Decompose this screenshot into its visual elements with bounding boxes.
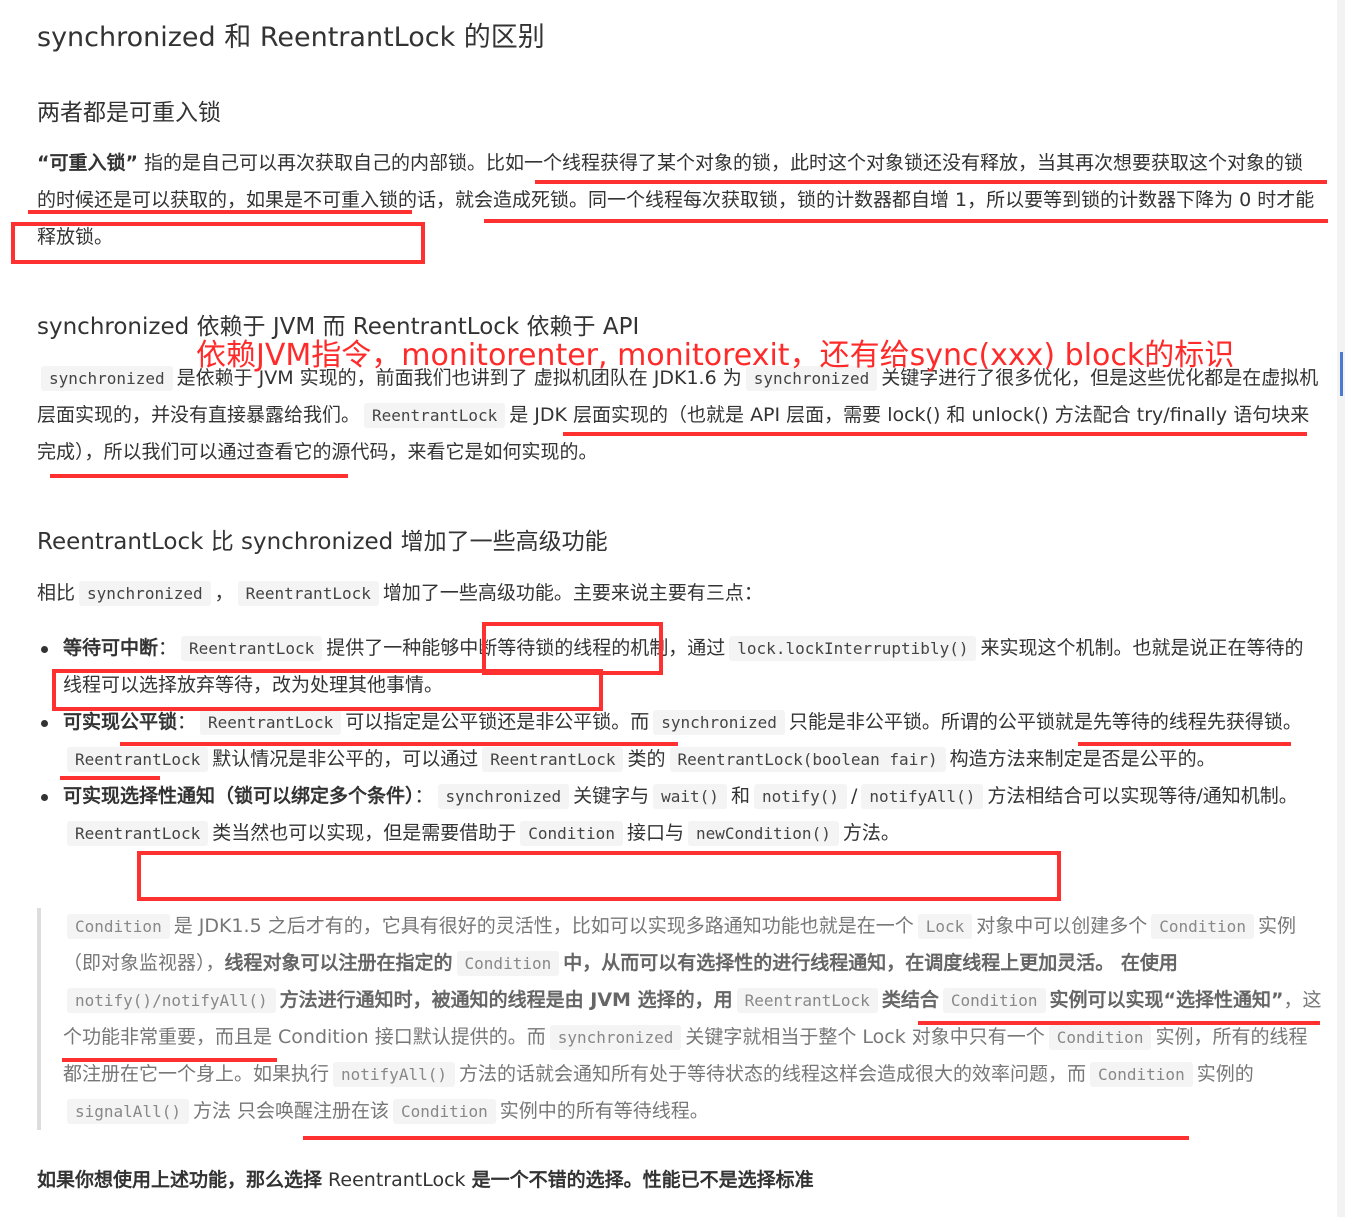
annotation-underline <box>50 474 348 478</box>
scrollbar-thumb[interactable] <box>1340 352 1343 396</box>
code-reentrantlock: ReentrantLock <box>237 581 379 606</box>
annotation-handwritten-note: 依赖JVM指令，monitorenter, monitorexit，还有给syn… <box>196 338 1235 373</box>
blockquote-condition: Condition 是 JDK1.5 之后才有的，它具有很好的灵活性，比如可以实现… <box>37 908 1322 1130</box>
paragraph-reentrant: “可重入锁” 指的是自己可以再次获取自己的内部锁。比如一个线程获得了某个对象的锁… <box>37 152 1315 248</box>
code-synchronized: synchronized <box>41 366 173 391</box>
conclusion-line: 如果你想使用上述功能，那么选择 ReentrantLock 是一个不错的选择。性… <box>37 1169 814 1191</box>
section-heading-advanced: ReentrantLock 比 synchronized 增加了一些高级功能 <box>37 529 608 555</box>
scrollbar[interactable] <box>1337 0 1345 1217</box>
list-item-selective-notify: 可实现选择性通知（锁可以绑定多个条件）： synchronized 关键字与 wait… <box>37 778 1322 852</box>
page-title: synchronized 和 ReentrantLock 的区别 <box>37 22 545 53</box>
list-item-fair-lock: 可实现公平锁： ReentrantLock 可以指定是公平锁还是非公平锁。而 sync… <box>37 704 1322 778</box>
code-synchronized: synchronized <box>79 581 211 606</box>
annotation-underline <box>303 1136 1189 1140</box>
paragraph-jvm-api: synchronized 是依赖于 JVM 实现的，前面我们也讲到了 虚拟机团队在… <box>37 366 1319 463</box>
paragraph-advanced-intro: 相比 synchronized， ReentrantLock 增加了一些高级功能。主要… <box>37 581 763 606</box>
section-heading-reentrant: 两者都是可重入锁 <box>37 100 221 126</box>
annotation-box <box>137 851 1061 901</box>
term-reentrant-lock: “可重入锁” <box>37 152 138 174</box>
list-item-interruptible: 等待可中断： ReentrantLock 提供了一种能够中断等待锁的线程的机制，通过… <box>37 630 1322 704</box>
feature-list: 等待可中断： ReentrantLock 提供了一种能够中断等待锁的线程的机制，通过… <box>37 630 1322 852</box>
code-reentrantlock: ReentrantLock <box>364 403 506 428</box>
blockquote-text: Condition 是 JDK1.5 之后才有的，它具有很好的灵活性，比如可以实现… <box>63 914 1322 1124</box>
